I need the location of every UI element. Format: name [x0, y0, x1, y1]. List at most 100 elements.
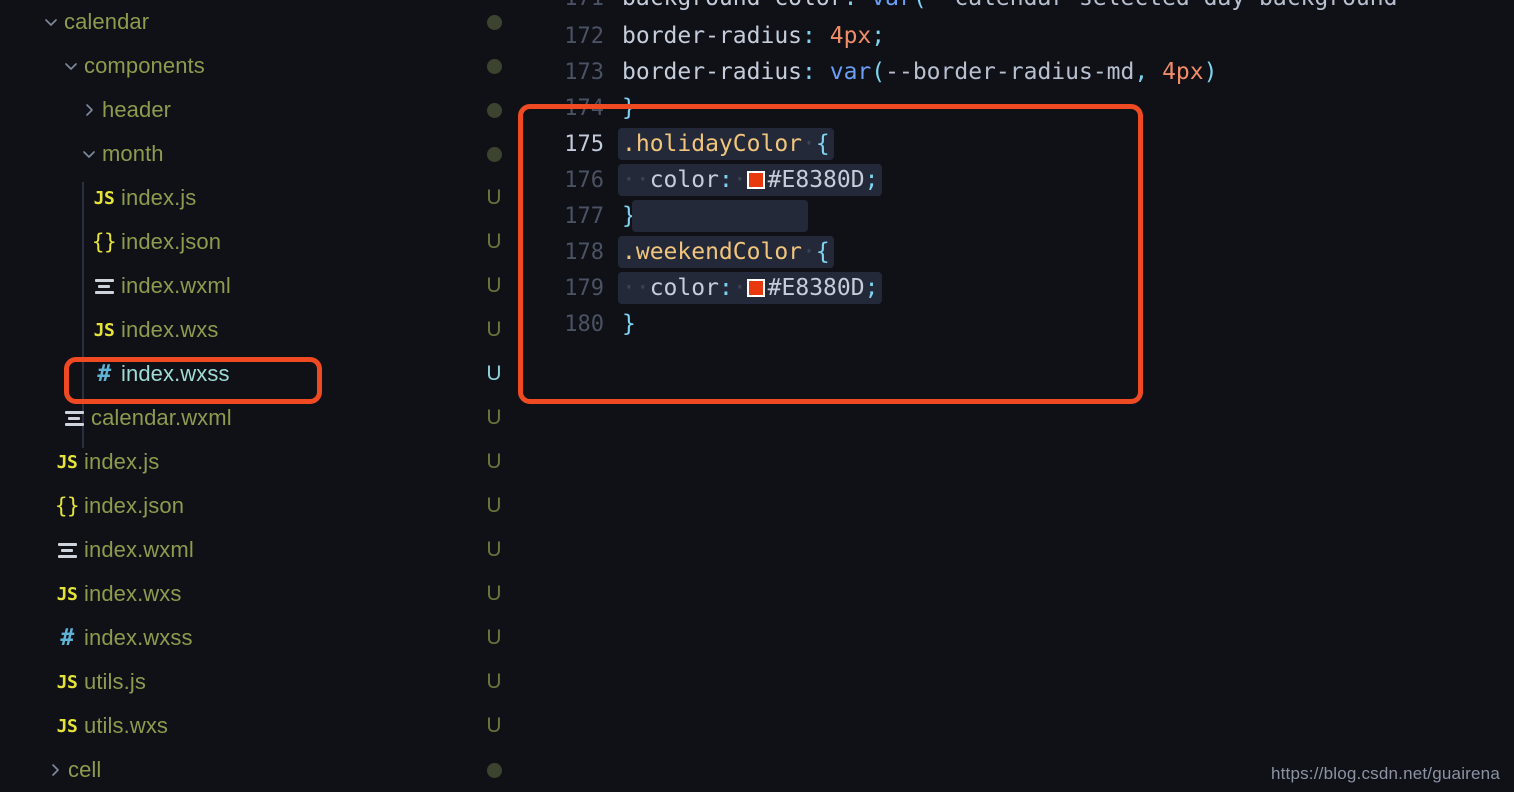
status-marker: U	[486, 626, 502, 649]
semicolon-punct: ;	[864, 167, 879, 193]
tree-item-file[interactable]: # index.wxss U	[0, 616, 520, 660]
color-swatch[interactable]	[746, 279, 765, 297]
chevron-right-icon[interactable]	[76, 88, 102, 132]
js-icon: JS	[93, 319, 115, 341]
tree-item-calendar[interactable]: calendar	[0, 0, 520, 44]
tree-item-label: index.wxs	[121, 317, 219, 342]
tree-item-file[interactable]: JS index.js U	[0, 440, 520, 484]
close-brace: }	[622, 311, 636, 337]
chevron-down-icon[interactable]	[38, 0, 64, 44]
line-number: 180	[564, 311, 604, 337]
code-content[interactable]: background-color: var(--calendar-selecte…	[622, 0, 1397, 11]
code-line-171[interactable]: 171 background-color: var(--calendar-sel…	[520, 0, 1397, 16]
paren-close-punct: )	[1203, 59, 1218, 85]
code-content[interactable]: ··color:· #E8380D;	[618, 164, 883, 196]
paren-punct: (	[913, 0, 927, 11]
tree-item-file[interactable]: index.wxml U	[0, 528, 520, 572]
tree-item-cell[interactable]: cell	[0, 748, 520, 792]
code-content[interactable]: .weekendColor·{	[618, 236, 834, 268]
status-marker: U	[486, 582, 502, 605]
css-selector: .weekendColor	[622, 239, 803, 265]
css-property: background-color	[622, 0, 844, 11]
tree-item-file[interactable]: {} index.json U	[0, 484, 520, 528]
js-icon: JS	[93, 187, 115, 209]
tree-item-label: utils.js	[84, 669, 146, 694]
semicolon-punct: ;	[864, 275, 879, 301]
status-marker: U	[486, 406, 502, 429]
tree-item-label: index.js	[121, 185, 197, 210]
code-line-174[interactable]: 174 }	[520, 90, 1217, 126]
tree-item-label: cell	[68, 757, 102, 782]
code-line-176[interactable]: 176 ··color:· #E8380D;	[520, 162, 1217, 198]
tree-item-file[interactable]: JS utils.wxs U	[0, 704, 520, 748]
tree-item-month[interactable]: month	[0, 132, 520, 176]
file-explorer-panel[interactable]: calendar components header month JS inde…	[0, 0, 520, 792]
tree-item-file[interactable]: JS index.wxs U	[0, 572, 520, 616]
code-line-175[interactable]: 175 .holidayColor·{	[520, 126, 1217, 162]
status-marker: U	[486, 494, 502, 517]
line-number: 172	[564, 23, 604, 49]
css-color-value: #E8380D	[767, 275, 865, 301]
code-line-180[interactable]: 180 }	[520, 306, 1217, 342]
code-line-179[interactable]: 179 ··color:· #E8380D;	[520, 270, 1217, 306]
status-marker: U	[486, 318, 502, 341]
tree-item-file[interactable]: index.wxml U	[0, 264, 520, 308]
code-content[interactable]: }	[622, 311, 636, 337]
code-content[interactable]: border-radius: var(--border-radius-md, 4…	[622, 59, 1217, 85]
css-variable: --calendar-selected-day-background	[927, 0, 1398, 11]
line-number: 178	[564, 239, 604, 265]
tree-item-header[interactable]: header	[0, 88, 520, 132]
colon-punct: :	[802, 59, 830, 85]
tree-item-file[interactable]: JS utils.js U	[0, 660, 520, 704]
tree-item-file[interactable]: {} index.json U	[0, 220, 520, 264]
line-number: 179	[564, 275, 604, 301]
whitespace-dot: ·	[732, 275, 747, 301]
colon-punct: :	[802, 23, 830, 49]
chevron-down-icon[interactable]	[58, 44, 84, 88]
code-content[interactable]: }	[622, 200, 808, 232]
color-swatch[interactable]	[746, 171, 765, 189]
status-marker: U	[486, 450, 502, 473]
chevron-down-icon[interactable]	[76, 132, 102, 176]
code-line-177[interactable]: 177 }	[520, 198, 1217, 234]
tree-item-file[interactable]: JS index.js U	[0, 176, 520, 220]
code-editor-panel[interactable]: 171 background-color: var(--calendar-sel…	[520, 0, 1514, 792]
code-content[interactable]: border-radius: 4px;	[622, 23, 885, 49]
semicolon-punct: ;	[871, 23, 886, 49]
line-number: 177	[564, 203, 604, 229]
js-icon: JS	[56, 671, 78, 693]
js-icon: JS	[56, 583, 78, 605]
chevron-right-icon[interactable]	[42, 748, 68, 792]
tree-item-file[interactable]: calendar.wxml U	[0, 396, 520, 440]
whitespace-dots: ··	[622, 275, 650, 301]
css-variable: --border-radius-md	[885, 59, 1135, 85]
tree-item-components[interactable]: components	[0, 44, 520, 88]
selection-trailer	[631, 200, 808, 232]
open-brace: {	[815, 239, 830, 265]
tree-item-label: index.json	[121, 229, 222, 254]
tree-item-label: components	[84, 53, 205, 78]
tree-item-label: index.json	[84, 493, 185, 518]
tree-item-file[interactable]: JS index.wxs U	[0, 308, 520, 352]
status-marker: U	[486, 230, 502, 253]
css-function: var	[871, 0, 913, 11]
hash-icon: #	[97, 361, 111, 387]
code-line-173[interactable]: 173 border-radius: var(--border-radius-m…	[520, 54, 1217, 90]
colon-punct: :	[844, 0, 872, 11]
code-content[interactable]: }	[622, 95, 636, 121]
wxml-icon	[87, 264, 121, 308]
close-brace: }	[622, 95, 636, 121]
css-property: border-radius	[622, 59, 803, 85]
code-line-172[interactable]: 172 border-radius: 4px;	[520, 18, 1217, 54]
code-content[interactable]: ··color:· #E8380D;	[618, 272, 883, 304]
tree-item-label: calendar.wxml	[91, 405, 232, 430]
status-marker	[482, 748, 506, 792]
code-line-178[interactable]: 178 .weekendColor·{	[520, 234, 1217, 270]
json-icon: {}	[91, 230, 117, 254]
css-value: 4px	[829, 23, 872, 49]
status-marker	[482, 132, 506, 176]
tree-item-file-selected[interactable]: # index.wxss U	[0, 352, 520, 396]
code-content[interactable]: .holidayColor·{	[618, 128, 834, 160]
tree-item-label: index.wxs	[84, 581, 182, 606]
line-number: 171	[520, 0, 622, 11]
